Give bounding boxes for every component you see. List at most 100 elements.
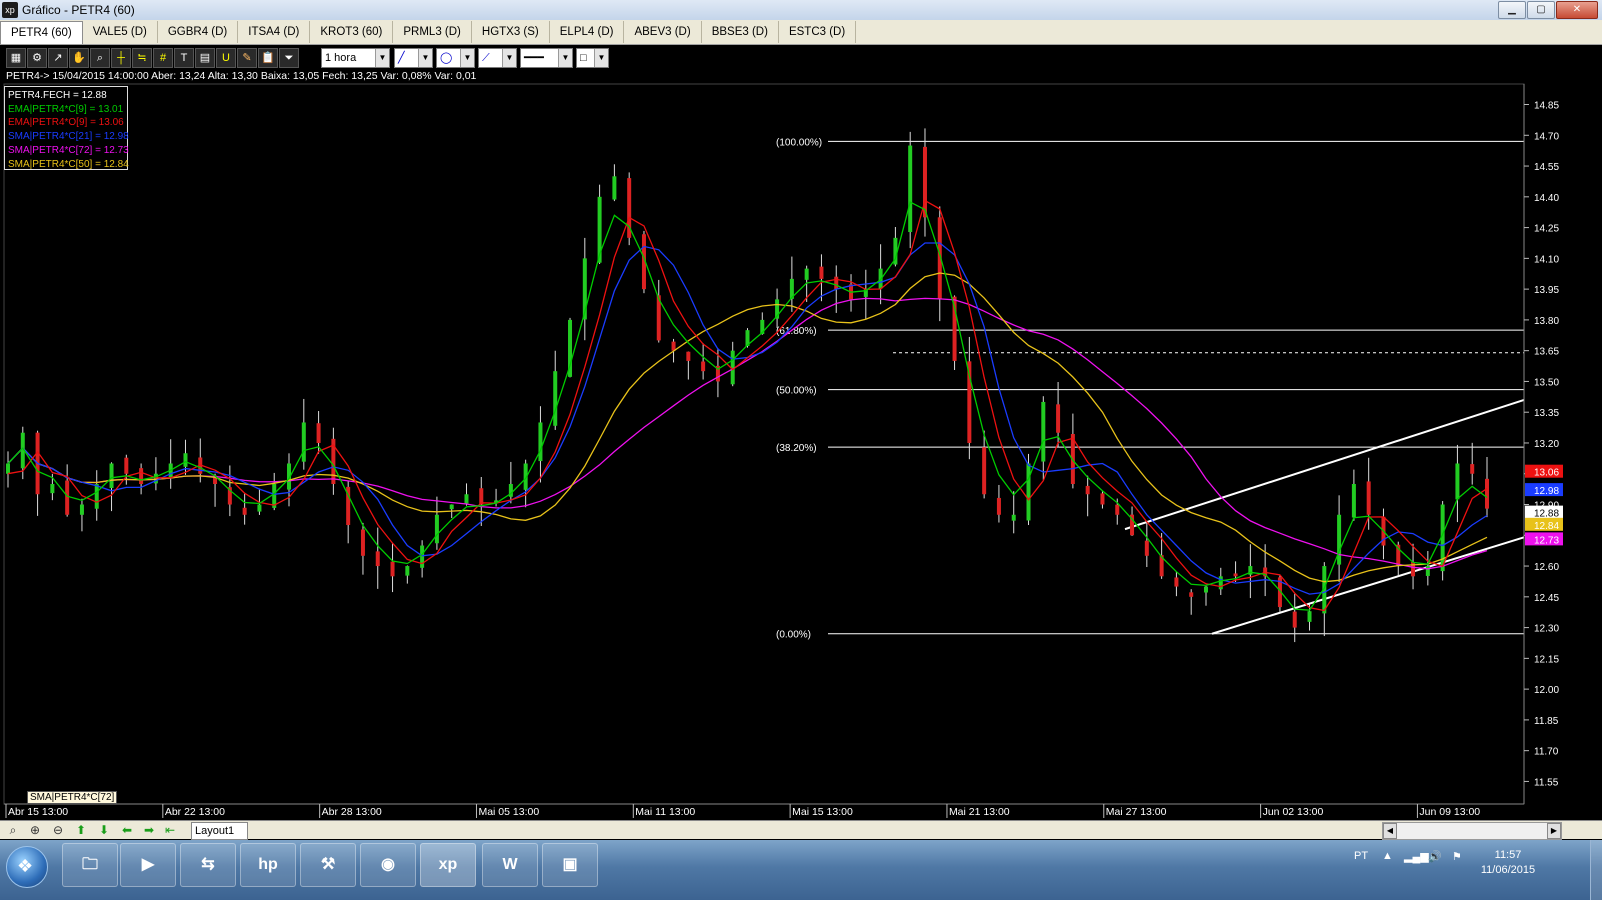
last-value-box <box>1525 532 1563 546</box>
candle-body <box>1322 566 1327 614</box>
crosshair-icon[interactable]: ┼ <box>111 48 131 68</box>
calculator-icon[interactable]: ▤ <box>195 48 215 68</box>
magnet-icon[interactable]: U <box>216 48 236 68</box>
language-indicator[interactable]: PT <box>1354 850 1368 862</box>
hline-icon[interactable]: ≒ <box>132 48 152 68</box>
chart-icon[interactable]: ▦ <box>6 48 26 68</box>
candle-body <box>405 566 410 576</box>
layout-tab[interactable]: Layout1 <box>191 822 248 840</box>
candle-body <box>1026 463 1031 521</box>
candle-body <box>331 438 336 484</box>
tab-abev3[interactable]: ABEV3 (D) <box>624 21 702 43</box>
taskbar: ❖ 🗀 ▶ ⇆ hp ⚒ ◉ xp W ▣ PT ▲ ▂▄▆ 🔊 ⚑ 11:57… <box>0 840 1602 900</box>
media-player-app-icon[interactable]: ▶ <box>120 843 176 887</box>
price-tick-label: 11.55 <box>1534 777 1559 788</box>
image-viewer-app-icon[interactable]: ▣ <box>542 843 598 887</box>
period-select[interactable]: 1 hora ▼ <box>321 48 390 68</box>
tab-prml3[interactable]: PRML3 (D) <box>393 21 472 43</box>
last-value-labels: 13.06 12.98 12.8812.84 12.73 <box>1525 464 1563 546</box>
show-desktop-button[interactable] <box>1590 840 1602 900</box>
time-tick-label: Mai 21 13:00 <box>949 806 1010 818</box>
clipboard-icon[interactable]: 📋 <box>258 48 278 68</box>
gear-icon[interactable]: ⚙ <box>27 48 47 68</box>
time-tick-label: Abr 15 13:00 <box>8 806 68 818</box>
taskbar-clock[interactable]: 11:57 11/06/2015 <box>1478 848 1538 878</box>
candle-body <box>6 463 10 474</box>
candle-body <box>863 289 868 297</box>
scroll-right-icon[interactable]: ▶ <box>1547 823 1561 839</box>
fibonacci-tool-select[interactable]: ⟋ ▼ <box>478 48 517 68</box>
indicator-legend: PETR4.FECH = 12.88 EMA|PETR4*C[9] = 13.0… <box>4 86 129 170</box>
price-tick-label: 14.25 <box>1534 224 1559 235</box>
trend-channel[interactable] <box>1124 398 1525 635</box>
time-tick-label: Mai 27 13:00 <box>1106 806 1167 818</box>
fib-level-label: (50.00%) <box>776 386 817 397</box>
candle-body <box>952 296 957 361</box>
network-app-icon[interactable]: ⇆ <box>180 843 236 887</box>
candle-body <box>1396 544 1401 567</box>
tab-vale5[interactable]: VALE5 (D) <box>83 21 158 43</box>
filter-icon[interactable]: ⏷ <box>279 48 299 68</box>
color-select[interactable]: □ ▼ <box>576 48 609 68</box>
shape-tool-select[interactable]: ◯ ▼ <box>436 48 475 68</box>
candle-body <box>1248 566 1253 575</box>
price-tick-label: 13.20 <box>1534 439 1559 450</box>
candle-body <box>287 463 292 490</box>
hp-app-icon[interactable]: hp <box>240 843 296 887</box>
close-button[interactable]: ✕ <box>1556 1 1598 19</box>
tab-krot3[interactable]: KROT3 (60) <box>310 21 394 43</box>
arrow-right-icon[interactable]: ➡ <box>141 822 157 838</box>
tab-itsa4[interactable]: ITSA4 (D) <box>238 21 311 43</box>
start-button[interactable]: ❖ <box>6 846 48 888</box>
action-center-icon[interactable]: ⚑ <box>1452 850 1462 863</box>
candle-body <box>1189 592 1194 597</box>
scroll-left-icon[interactable]: ◀ <box>1383 823 1397 839</box>
candle-body <box>50 484 55 494</box>
indicator-icon[interactable]: ↗ <box>48 48 68 68</box>
ma-line-sma-petr4-c-21- <box>7 242 1488 595</box>
chrome-app-icon[interactable]: ◉ <box>360 843 416 887</box>
candle-body <box>1233 573 1238 577</box>
tab-elpl4[interactable]: ELPL4 (D) <box>550 21 625 43</box>
candle-body <box>996 497 1001 515</box>
arrow-first-icon[interactable]: ⇤ <box>162 822 178 838</box>
tab-ggbr4[interactable]: GGBR4 (D) <box>158 21 239 43</box>
candle-body <box>316 423 321 443</box>
volume-icon[interactable]: 🔊 <box>1428 850 1442 863</box>
tray-chevron-icon[interactable]: ▲ <box>1382 850 1393 862</box>
xp-app-icon[interactable]: xp <box>420 843 476 887</box>
line-tool-select[interactable]: ╱ ▼ <box>394 48 433 68</box>
grid-icon[interactable]: # <box>153 48 173 68</box>
zoom-icon[interactable]: ⌕ <box>90 48 110 68</box>
price-chart[interactable]: (100.00%) (61.80%) (50.00%) (38.20%) (0.00%)… <box>0 0 1602 820</box>
tab-petr4[interactable]: PETR4 (60) <box>0 21 83 44</box>
candle-body <box>198 457 203 474</box>
fibonacci-retracement[interactable]: (100.00%) (61.80%) (50.00%) (38.20%) (0.00%) <box>776 137 1524 641</box>
zoom-in-icon[interactable]: ⊕ <box>27 822 43 838</box>
text-icon[interactable]: T <box>174 48 194 68</box>
chevron-down-icon: ▼ <box>594 49 608 67</box>
hand-icon[interactable]: ✋ <box>69 48 89 68</box>
tab-hgtx3[interactable]: HGTX3 (S) <box>472 21 550 43</box>
candle-body <box>612 176 617 200</box>
ma-line-sma-petr4-c-50- <box>7 272 1488 583</box>
minimize-button[interactable]: ▁ <box>1498 1 1526 19</box>
zoom-icon[interactable]: ⌕ <box>5 822 21 838</box>
arrow-left-icon[interactable]: ⬅ <box>119 822 135 838</box>
candle-body <box>760 319 765 335</box>
explorer-app-icon[interactable]: 🗀 <box>62 843 118 887</box>
word-app-icon[interactable]: W <box>482 843 538 887</box>
tab-estc3[interactable]: ESTC3 (D) <box>779 21 857 43</box>
arrow-up-icon[interactable]: ⬆ <box>73 822 89 838</box>
maximize-button[interactable]: ▢ <box>1527 1 1555 19</box>
tab-bbse3[interactable]: BBSE3 (D) <box>702 21 779 43</box>
network-signal-icon[interactable]: ▂▄▆ <box>1404 850 1429 863</box>
horizontal-scrollbar[interactable]: ◀ ▶ <box>1382 822 1562 840</box>
zoom-out-icon[interactable]: ⊖ <box>50 822 66 838</box>
line-width-select[interactable]: ━━━ ▼ <box>520 48 573 68</box>
arrow-down-icon[interactable]: ⬇ <box>96 822 112 838</box>
brush-icon[interactable]: ✎ <box>237 48 257 68</box>
tool-app-icon[interactable]: ⚒ <box>300 843 356 887</box>
candle-body <box>168 463 173 478</box>
candle-body <box>375 551 380 567</box>
